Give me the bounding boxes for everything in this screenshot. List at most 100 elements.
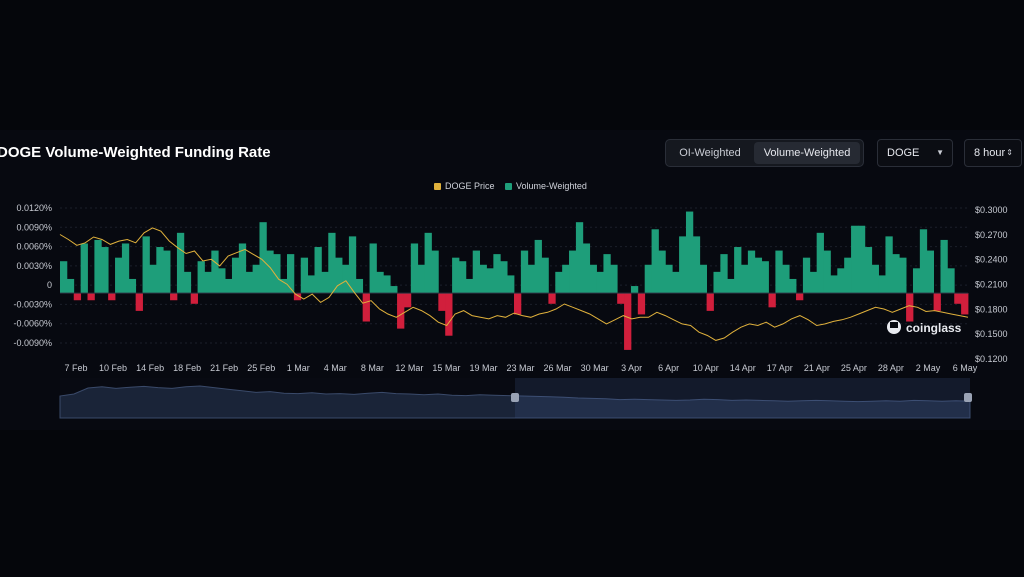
funding-bar (706, 293, 714, 311)
funding-bar (266, 250, 274, 294)
funding-bar (108, 293, 116, 301)
funding-bar (218, 268, 226, 294)
funding-bar (864, 247, 873, 294)
funding-bar (314, 247, 322, 294)
funding-bar (342, 264, 350, 294)
funding-bar (658, 250, 666, 294)
funding-bar (816, 232, 824, 294)
funding-bar (830, 275, 838, 294)
funding-bar (610, 264, 618, 294)
navigator-handle-left[interactable] (511, 393, 519, 402)
funding-bar (80, 243, 88, 294)
funding-bar (926, 250, 935, 294)
x-tick-label: 18 Feb (173, 363, 201, 373)
funding-bar (472, 250, 481, 294)
funding-bar (128, 278, 137, 294)
funding-bar (390, 286, 398, 294)
navigator-handle-right[interactable] (964, 393, 972, 402)
funding-bar (892, 254, 900, 294)
funding-bar (287, 254, 295, 294)
funding-bar (562, 264, 570, 294)
funding-bar (548, 293, 556, 304)
x-tick-label: 4 Mar (324, 363, 347, 373)
funding-bar (514, 293, 522, 315)
funding-bar (445, 293, 453, 336)
funding-bar (197, 261, 205, 294)
x-tick-label: 2 May (916, 363, 941, 373)
funding-bar (651, 229, 659, 294)
funding-bar (637, 293, 646, 315)
funding-bar (665, 264, 673, 294)
funding-bar (555, 271, 563, 294)
funding-bar (692, 236, 701, 294)
funding-bar (424, 232, 432, 294)
funding-bar (403, 293, 412, 308)
x-tick-label: 10 Feb (99, 363, 127, 373)
funding-bar (135, 293, 143, 311)
funding-bar (823, 250, 831, 294)
funding-bar (782, 264, 790, 294)
funding-bar (775, 250, 783, 294)
funding-bar (431, 250, 439, 294)
x-tick-label: 6 May (953, 363, 978, 373)
x-tick-label: 14 Apr (730, 363, 756, 373)
funding-bar (101, 247, 109, 294)
y-left-tick-label: 0.0030% (16, 261, 52, 271)
funding-bar (761, 261, 769, 294)
x-tick-label: 1 Mar (287, 363, 310, 373)
y-right-tick-label: $0.1500 (975, 329, 1008, 339)
x-tick-label: 6 Apr (658, 363, 679, 373)
funding-bar (231, 257, 240, 294)
funding-bar (438, 293, 446, 311)
funding-bar (73, 293, 82, 301)
funding-bar (369, 243, 377, 294)
funding-bar (961, 293, 969, 315)
funding-bar (183, 271, 192, 294)
funding-bar (149, 264, 157, 294)
funding-bar (355, 278, 364, 294)
funding-bar (699, 264, 708, 294)
funding-bar (225, 278, 233, 294)
funding-bar (170, 293, 178, 301)
funding-bar (348, 236, 357, 294)
y-right-tick-label: $0.2700 (975, 230, 1008, 240)
funding-bar (300, 257, 309, 294)
funding-bar (754, 257, 763, 294)
x-tick-label: 10 Apr (693, 363, 719, 373)
funding-bar (747, 250, 756, 294)
funding-bar (410, 243, 419, 294)
funding-bar (527, 264, 536, 294)
y-left-tick-label: -0.0090% (13, 338, 52, 348)
y-right-tick-label: $0.2400 (975, 255, 1008, 265)
y-left-tick-label: -0.0030% (13, 299, 52, 309)
funding-bar (417, 264, 425, 294)
funding-bar (685, 211, 694, 294)
x-tick-label: 14 Feb (136, 363, 164, 373)
funding-bar (947, 268, 955, 294)
watermark-text: coinglass (906, 321, 962, 335)
funding-bar (486, 268, 494, 294)
funding-bar (734, 247, 742, 294)
funding-bar (624, 293, 632, 350)
funding-bar (397, 293, 405, 329)
funding-bar (885, 236, 893, 294)
funding-bar (954, 293, 962, 304)
y-left-tick-label: -0.0060% (13, 319, 52, 329)
funding-bar (871, 264, 879, 294)
funding-bar (679, 236, 687, 294)
x-tick-label: 26 Mar (544, 363, 572, 373)
funding-bar (837, 268, 845, 294)
funding-bar (156, 247, 164, 294)
navigator-selection[interactable] (515, 378, 970, 418)
x-tick-label: 8 Mar (361, 363, 384, 373)
funding-bar (713, 271, 721, 294)
funding-bar (328, 232, 336, 294)
funding-bar (500, 261, 508, 294)
funding-bar (933, 293, 941, 311)
x-tick-label: 25 Apr (841, 363, 867, 373)
y-left-tick-label: 0 (47, 280, 52, 290)
x-tick-label: 30 Mar (581, 363, 609, 373)
funding-bar (851, 225, 859, 294)
funding-bar (720, 254, 728, 294)
funding-bar (809, 271, 818, 294)
